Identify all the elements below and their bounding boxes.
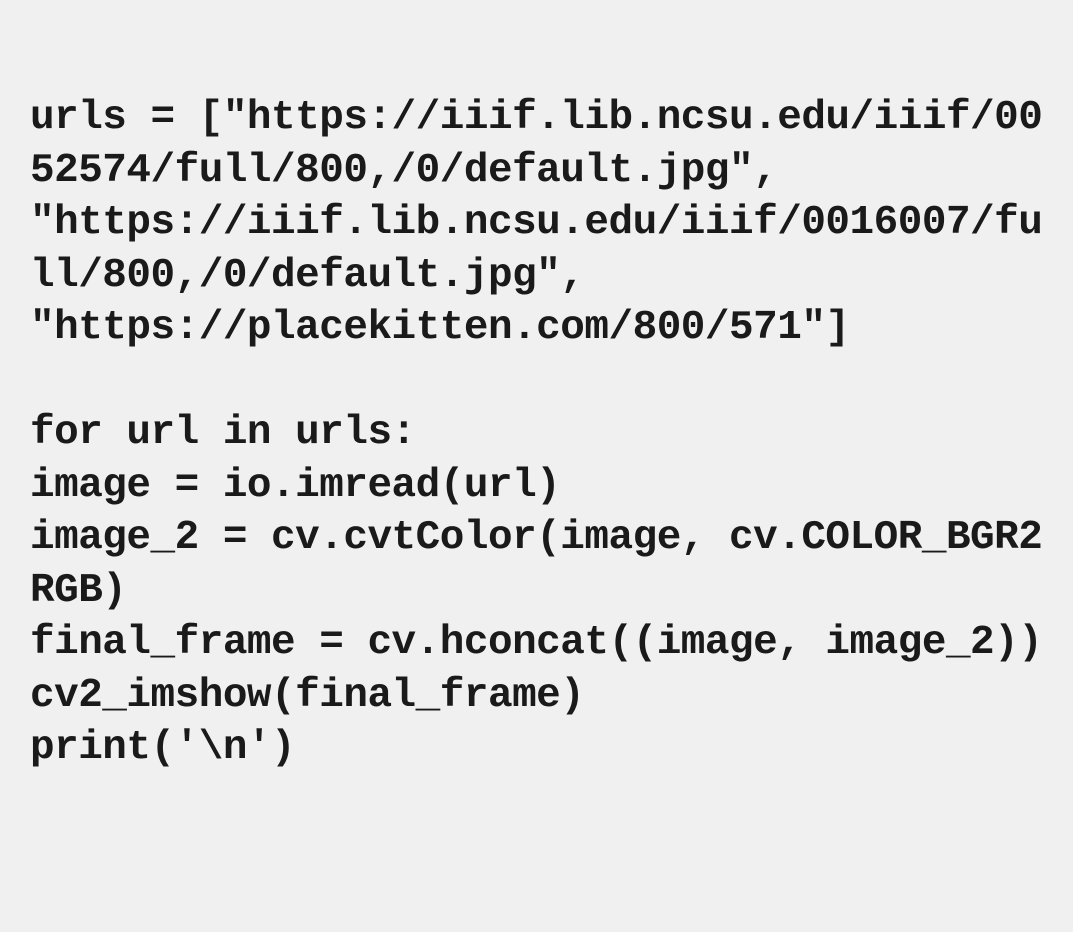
code-line: image = io.imread(url) bbox=[30, 463, 560, 509]
code-snippet: urls = ["https://iiif.lib.ncsu.edu/iiif/… bbox=[30, 40, 1043, 775]
code-line: final_frame = cv.hconcat((image, image_2… bbox=[30, 620, 1042, 666]
code-line: urls = ["https://iiif.lib.ncsu.edu/iiif/… bbox=[30, 95, 1042, 193]
code-line: cv2_imshow(final_frame) bbox=[30, 673, 584, 719]
code-line: image_2 = cv.cvtColor(image, cv.COLOR_BG… bbox=[30, 515, 1042, 613]
code-line: print('\n') bbox=[30, 725, 295, 771]
code-line: "https://iiif.lib.ncsu.edu/iiif/0016007/… bbox=[30, 200, 1042, 298]
code-line: for url in urls: bbox=[30, 410, 416, 456]
code-line: "https://placekitten.com/800/571"] bbox=[30, 305, 850, 351]
